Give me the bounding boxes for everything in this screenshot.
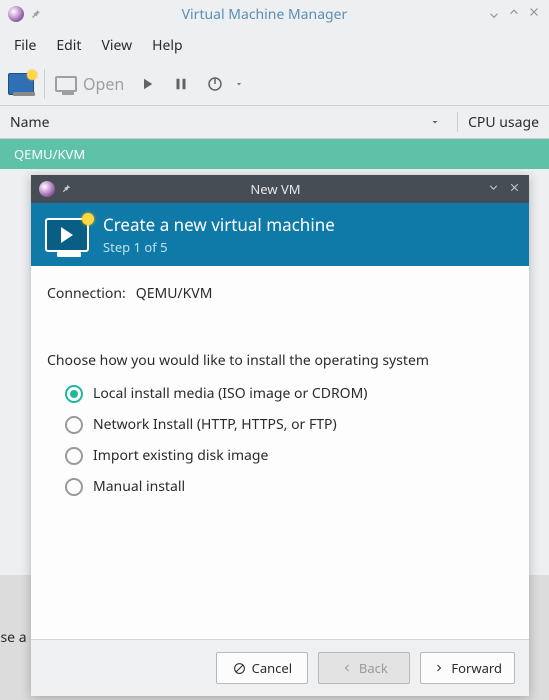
column-cpu-header[interactable]: CPU usage [468, 113, 539, 132]
cancel-button[interactable]: Cancel [216, 652, 308, 684]
radio-indicator [65, 385, 83, 403]
radio-indicator [65, 447, 83, 465]
connection-label: Connection: [47, 284, 126, 303]
menu-file[interactable]: File [6, 32, 44, 59]
window-title: Virtual Machine Manager [42, 5, 487, 24]
radio-network-install[interactable]: Network Install (HTTP, HTTPS, or FTP) [65, 415, 513, 434]
back-button: Back [318, 652, 410, 684]
menu-edit[interactable]: Edit [48, 32, 89, 59]
wizard-step: Step 1 of 5 [103, 238, 335, 256]
connection-row-label: QEMU/KVM [14, 145, 85, 163]
pause-button[interactable] [172, 75, 190, 93]
choose-install-label: Choose how you would like to install the… [47, 351, 513, 370]
dialog-close-icon[interactable] [508, 180, 521, 198]
chevron-left-icon [341, 662, 353, 674]
close-icon[interactable] [527, 5, 541, 24]
forward-label: Forward [451, 659, 502, 677]
radio-label: Manual install [93, 477, 185, 496]
cancel-icon [233, 662, 246, 675]
dialog-app-icon [39, 181, 55, 197]
menu-view[interactable]: View [93, 32, 140, 59]
forward-button[interactable]: Forward [420, 652, 515, 684]
cancel-label: Cancel [252, 659, 292, 677]
new-vm-button[interactable] [8, 73, 34, 95]
wizard-icon [45, 218, 89, 252]
radio-manual-install[interactable]: Manual install [65, 477, 513, 496]
radio-label: Network Install (HTTP, HTTPS, or FTP) [93, 415, 337, 434]
radio-indicator [65, 478, 83, 496]
open-label: Open [83, 73, 124, 95]
radio-indicator [65, 416, 83, 434]
radio-label: Import existing disk image [93, 446, 268, 465]
run-button[interactable] [138, 75, 156, 93]
chevron-right-icon [433, 662, 445, 674]
app-icon [8, 6, 24, 22]
shutdown-button[interactable] [206, 75, 224, 93]
dialog-minimize-icon[interactable] [487, 180, 500, 198]
truncated-text: ose a [0, 628, 27, 647]
radio-local-media[interactable]: Local install media (ISO image or CDROM) [65, 384, 513, 403]
open-button[interactable]: Open [55, 73, 124, 95]
minimize-icon[interactable] [487, 5, 501, 24]
shutdown-dropdown[interactable] [234, 79, 244, 89]
radio-label: Local install media (ISO image or CDROM) [93, 384, 367, 403]
wizard-heading: Create a new virtual machine [103, 213, 335, 236]
pin-icon[interactable] [30, 3, 42, 25]
dialog-title: New VM [72, 180, 479, 198]
menu-help[interactable]: Help [144, 32, 191, 59]
radio-import-disk[interactable]: Import existing disk image [65, 446, 513, 465]
sort-indicator-icon[interactable] [429, 116, 441, 128]
connection-value: QEMU/KVM [136, 284, 213, 303]
maximize-icon[interactable] [507, 5, 521, 24]
column-name-header[interactable]: Name [10, 113, 49, 132]
back-label: Back [359, 659, 388, 677]
dialog-pin-icon[interactable] [61, 180, 72, 198]
new-vm-dialog: New VM Create a new virtual machine Step… [31, 175, 529, 696]
monitor-icon [55, 76, 77, 92]
connection-row[interactable]: QEMU/KVM [0, 139, 549, 169]
toolbar-divider [44, 69, 45, 99]
column-divider [457, 112, 458, 132]
